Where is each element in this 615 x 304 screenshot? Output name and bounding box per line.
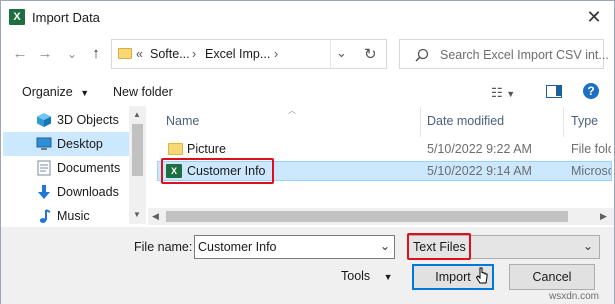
scrollbar-thumb[interactable] (132, 124, 143, 176)
address-bar[interactable]: « Softe... › Excel Imp... › ⌄ ↻ (111, 39, 387, 69)
music-icon (39, 209, 51, 223)
downloads-icon (38, 185, 50, 199)
recent-locations-button[interactable]: ⌄ (63, 44, 81, 64)
3d-objects-icon (37, 113, 51, 127)
file-date-modified: 5/10/2022 9:22 AM (427, 142, 532, 156)
highlight-box (407, 233, 471, 260)
tools-label: Tools (341, 269, 371, 283)
watermark: wsxdn.com (549, 291, 600, 302)
breadcrumb-software[interactable]: Softe... (150, 47, 190, 61)
search-box[interactable]: Search Excel Import CSV int... (399, 39, 609, 69)
cancel-button[interactable]: Cancel (509, 264, 595, 290)
sidebar-item-label: 3D Objects (57, 113, 119, 127)
file-name-value: Customer Info (198, 240, 277, 254)
file-type: Microso (571, 164, 611, 178)
breadcrumb-separator[interactable]: › (192, 47, 196, 61)
sidebar-item-label: Music (57, 209, 90, 223)
new-folder-button[interactable]: New folder (113, 85, 173, 99)
file-name: Picture (187, 142, 226, 156)
sidebar-item-label: Documents (57, 161, 121, 175)
highlight-box (161, 158, 274, 184)
search-icon (415, 48, 429, 62)
sidebar-scrollbar[interactable]: ▲ ▼ (129, 106, 146, 224)
up-button[interactable]: ↑ (87, 44, 105, 64)
folder-icon (118, 48, 132, 59)
desktop-icon (36, 137, 52, 150)
chevron-down-icon[interactable]: ⌄ (380, 239, 390, 253)
column-header-type[interactable]: Type (571, 114, 598, 128)
help-icon[interactable]: ? (583, 83, 599, 99)
column-divider[interactable] (563, 107, 564, 137)
close-button[interactable]: ✕ (579, 5, 609, 29)
breadcrumb-separator[interactable]: › (274, 47, 278, 61)
file-type: File fold (571, 142, 611, 156)
column-divider[interactable] (420, 107, 421, 137)
scroll-left-arrow[interactable]: ◀ (152, 211, 159, 222)
column-header-date-modified[interactable]: Date modified (427, 114, 504, 128)
preview-pane-icon[interactable] (546, 85, 562, 98)
title-bar: X Import Data ✕ (1, 1, 614, 33)
scroll-right-arrow[interactable]: ▶ (600, 211, 607, 222)
file-list-horizontal-scrollbar[interactable]: ◀ ▶ (148, 208, 614, 225)
mouse-cursor-icon (475, 267, 488, 284)
folder-icon (168, 143, 183, 155)
view-options-icon[interactable]: ☷ ▼ (491, 85, 515, 101)
column-header-name[interactable]: Name (166, 114, 199, 128)
import-data-dialog: X Import Data ✕ ← → ⌄ ↑ « Softe... › Exc… (0, 0, 615, 304)
tools-menu[interactable]: Tools ▼ (341, 269, 393, 283)
organize-menu[interactable]: Organize ▼ (22, 85, 89, 99)
refresh-icon[interactable]: ↻ (364, 45, 377, 63)
scroll-up-arrow[interactable]: ▲ (133, 110, 141, 119)
scroll-down-arrow[interactable]: ▼ (133, 210, 141, 219)
search-placeholder: Search Excel Import CSV int... (440, 48, 609, 62)
scrollbar-thumb[interactable] (166, 211, 568, 222)
file-name-label: File name: (134, 240, 193, 254)
chevron-down-icon: ⌄ (583, 239, 594, 253)
address-divider (330, 40, 331, 68)
sidebar-item-label: Downloads (57, 185, 119, 199)
documents-icon (37, 160, 51, 176)
address-dropdown-icon[interactable]: ⌄ (336, 45, 347, 61)
organize-label: Organize (22, 85, 73, 99)
sort-indicator-icon: ︿ (288, 106, 296, 115)
file-date-modified: 5/10/2022 9:14 AM (427, 164, 532, 178)
forward-button[interactable]: → (36, 44, 54, 64)
breadcrumb-excel-import[interactable]: Excel Imp... (205, 47, 270, 61)
file-name-input[interactable]: Customer Info ⌄ (194, 235, 395, 259)
chevron-down-icon: ▼ (383, 272, 393, 282)
window-title: Import Data (32, 10, 100, 25)
excel-app-icon: X (9, 9, 25, 25)
sidebar-item-label: Desktop (57, 137, 103, 151)
chevron-down-icon: ▼ (80, 88, 90, 98)
breadcrumb-overflow[interactable]: « (136, 47, 143, 61)
back-button[interactable]: ← (11, 44, 29, 64)
